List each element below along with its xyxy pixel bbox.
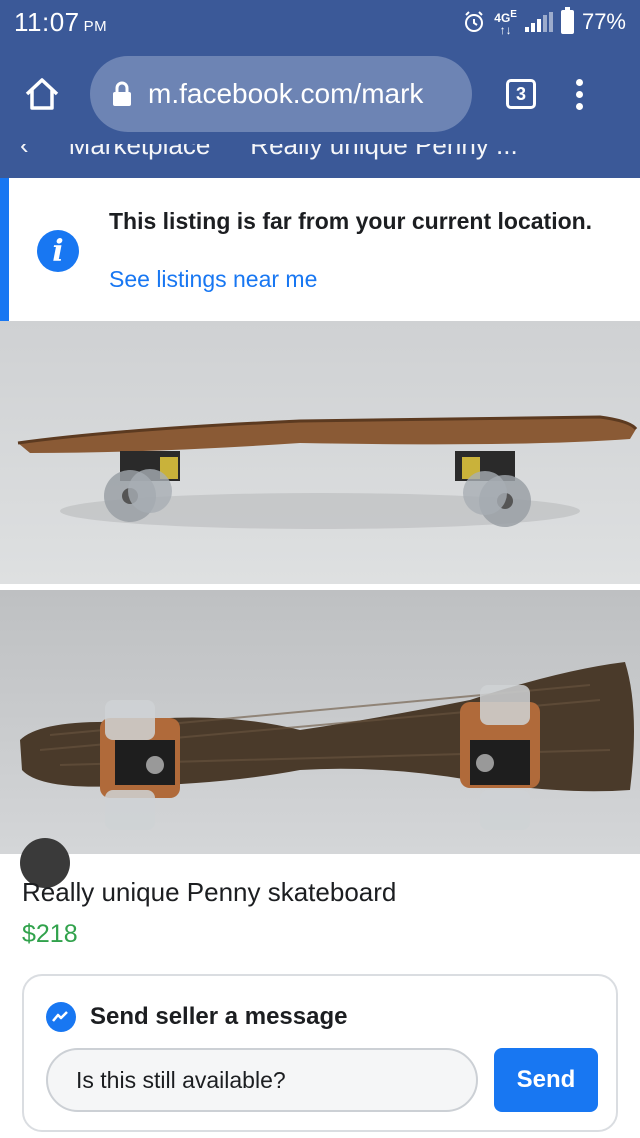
message-title: Send seller a message	[90, 1003, 348, 1030]
breadcrumb-item: Really unique Penny ...	[250, 144, 518, 160]
alarm-icon	[465, 11, 484, 32]
signal-icon	[524, 12, 553, 32]
listing-photo-bottom[interactable]	[0, 590, 640, 854]
send-button[interactable]: Send	[494, 1048, 598, 1112]
breadcrumb-section[interactable]: Marketplace	[69, 144, 211, 161]
url-text: m.facebook.com/mark	[148, 78, 424, 109]
skateboard-bottom-image	[20, 662, 634, 830]
tab-switcher-button[interactable]: 3	[506, 79, 536, 109]
browser-toolbar: m.facebook.com/mark 3	[0, 44, 640, 144]
overflow-menu-button[interactable]	[576, 78, 583, 110]
back-chevron-icon[interactable]: ‹	[20, 144, 29, 161]
network-indicator: 4GE ↑↓	[494, 8, 517, 37]
lock-icon	[113, 81, 131, 106]
listing-title: Really unique Penny skateboard	[22, 877, 397, 907]
message-header: Send seller a message	[46, 1002, 347, 1032]
messenger-icon	[46, 1002, 76, 1032]
info-icon: i	[37, 230, 79, 272]
breadcrumb: ‹ Marketplace Really unique Penny ...	[0, 144, 640, 178]
home-icon	[25, 78, 59, 110]
notice-title: This listing is far from your current lo…	[109, 208, 593, 234]
battery-icon	[560, 7, 574, 34]
skateboard-side-image	[17, 415, 638, 529]
status-icons: 4GE ↑↓ 77%	[462, 7, 626, 37]
status-time: 11:07 PM	[14, 6, 108, 37]
message-input[interactable]	[46, 1048, 478, 1112]
see-nearby-listings-link[interactable]: See listings near me	[109, 266, 317, 293]
listing-photo-side[interactable]	[0, 321, 640, 584]
send-message-card: Send seller a message Send	[22, 974, 618, 1132]
home-button[interactable]	[18, 70, 66, 118]
battery-percent: 77%	[581, 9, 626, 34]
tab-count: 3	[515, 83, 526, 104]
address-bar[interactable]: m.facebook.com/mark	[90, 56, 472, 132]
listing-price: $218	[22, 920, 78, 948]
location-notice: i This listing is far from your current …	[0, 178, 640, 321]
status-bar: 11:07 PM 4GE ↑↓ 77%	[0, 0, 640, 44]
